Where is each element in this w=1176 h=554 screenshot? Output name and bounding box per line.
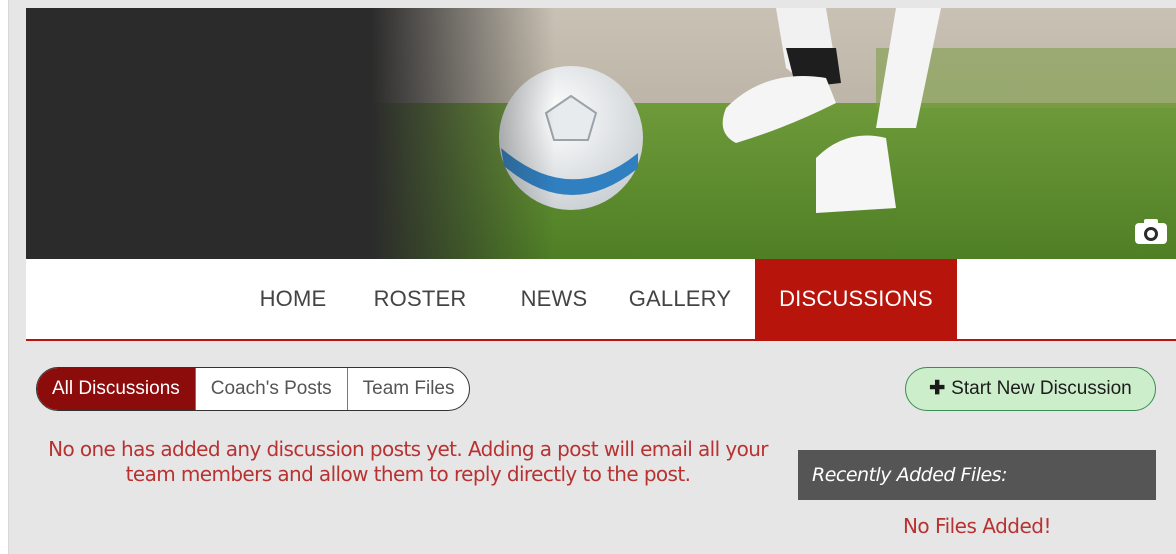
nav-news[interactable]: NEWS	[502, 259, 606, 339]
start-new-discussion-label: Start New Discussion	[951, 378, 1132, 399]
recent-files-header: Recently Added Files:	[798, 450, 1156, 500]
nav-home[interactable]: HOME	[244, 259, 342, 339]
nav-roster[interactable]: ROSTER	[360, 259, 480, 339]
nav-gallery[interactable]: GALLERY	[620, 259, 740, 339]
team-banner	[26, 8, 1176, 259]
camera-icon[interactable]	[1134, 217, 1168, 245]
empty-message-line1: No one has added any discussion posts ye…	[48, 437, 768, 461]
banner-photo	[26, 8, 1176, 259]
empty-discussions-message: No one has added any discussion posts ye…	[40, 437, 776, 487]
tab-team-files[interactable]: Team Files	[348, 368, 470, 410]
tab-coachs-posts[interactable]: Coach's Posts	[196, 368, 348, 410]
team-nav: HOME ROSTER NEWS GALLERY DISCUSSIONS	[26, 259, 1176, 341]
start-new-discussion-button[interactable]: ✚ Start New Discussion	[905, 367, 1156, 411]
plus-icon: ✚	[929, 378, 946, 399]
empty-message-line2: team members and allow them to reply dir…	[125, 462, 691, 486]
tab-all-discussions[interactable]: All Discussions	[37, 368, 196, 410]
no-files-message: No Files Added!	[902, 514, 1052, 538]
nav-discussions[interactable]: DISCUSSIONS	[755, 259, 957, 339]
discussion-filter-tabs: All Discussions Coach's Posts Team Files	[36, 367, 471, 411]
